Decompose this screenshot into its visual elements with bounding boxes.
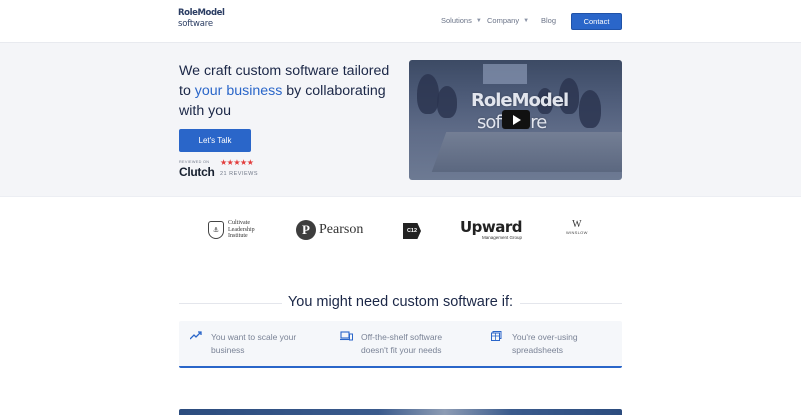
video-background-screen	[483, 64, 527, 84]
devices-icon	[340, 331, 353, 341]
client-cultivate: ⚓ Cultivate Leadership Institute	[208, 220, 262, 240]
hero-title: We craft custom software tailored to you…	[179, 61, 399, 121]
reviewed-on-label: REVIEWED ON	[179, 160, 210, 164]
need-text-line: business	[211, 345, 245, 355]
winslow-icon: W	[572, 219, 582, 230]
cultivate-icon: ⚓	[208, 220, 224, 239]
next-section-image	[179, 409, 622, 415]
need-text-line: spreadsheets	[512, 345, 564, 355]
nav-blog-label: Blog	[541, 16, 557, 25]
lets-talk-button[interactable]: Let's Talk	[179, 129, 251, 152]
brand-logo[interactable]: RoleModel software	[178, 8, 225, 34]
upward-name: Upward	[460, 218, 523, 236]
client-pearson: P Pearson	[296, 220, 363, 240]
need-text: You want to scale your business	[211, 331, 296, 357]
site-header: RoleModel software Solutions ▼ Company ▼…	[0, 0, 801, 43]
chevron-down-icon: ▼	[523, 17, 530, 24]
pearson-icon: P	[296, 220, 316, 240]
chevron-down-icon: ▼	[475, 17, 482, 24]
need-item: Off-the-shelf software doesn't fit your …	[340, 331, 442, 357]
nav-blog[interactable]: Blog	[541, 16, 556, 25]
video-logo-line-1: RoleModel	[471, 90, 569, 111]
hero-section: We craft custom software tailored to you…	[0, 43, 801, 197]
client-logos: ⚓ Cultivate Leadership Institute P Pears…	[0, 198, 801, 258]
need-text: You're over-using spreadsheets	[512, 331, 578, 357]
intro-video[interactable]: RoleModel software	[409, 60, 622, 180]
need-item: You want to scale your business	[189, 331, 296, 357]
need-text-line: You want to scale your	[211, 332, 297, 342]
client-winslow: W WINSLOW	[566, 219, 588, 236]
nav-company-label: Company	[487, 16, 520, 25]
section-title: You might need custom software if:	[287, 294, 514, 310]
nav-company[interactable]: Company ▼	[487, 16, 529, 25]
hero-title-highlight: your business	[194, 83, 283, 99]
video-conference-table	[431, 132, 622, 172]
video-person	[579, 90, 601, 128]
spreadsheet-icon	[491, 331, 504, 341]
client-upward: Upward Management Group	[460, 218, 523, 241]
clutch-logo[interactable]: Clutch	[179, 165, 215, 179]
play-icon	[513, 114, 521, 125]
video-person	[437, 86, 457, 118]
winslow-name: WINSLOW	[566, 230, 588, 235]
c12-logo: C12	[403, 223, 421, 239]
client-c12: C12	[403, 223, 421, 239]
need-text-line: You're over-using	[512, 332, 578, 342]
need-text-line: Off-the-shelf software	[361, 332, 443, 342]
play-button[interactable]	[502, 110, 530, 129]
logo-line-1: RoleModel	[178, 8, 225, 18]
trending-up-icon	[189, 331, 203, 341]
need-text: Off-the-shelf software doesn't fit your …	[361, 331, 442, 357]
nav-solutions-label: Solutions	[441, 16, 472, 25]
video-person	[417, 74, 439, 114]
logo-line-2: software	[178, 19, 213, 29]
contact-button[interactable]: Contact	[571, 13, 622, 30]
cultivate-name: Cultivate Leadership Institute	[228, 220, 255, 239]
nav-solutions[interactable]: Solutions ▼	[441, 16, 482, 25]
need-text-line: doesn't fit your needs	[361, 345, 442, 355]
reviews-count[interactable]: 21 REVIEWS	[220, 171, 258, 177]
needs-panel: You want to scale your business Off-the-…	[179, 321, 622, 368]
rating-stars: ★★★★★	[220, 158, 254, 167]
need-item: You're over-using spreadsheets	[491, 331, 578, 357]
pearson-name: Pearson	[319, 222, 364, 237]
